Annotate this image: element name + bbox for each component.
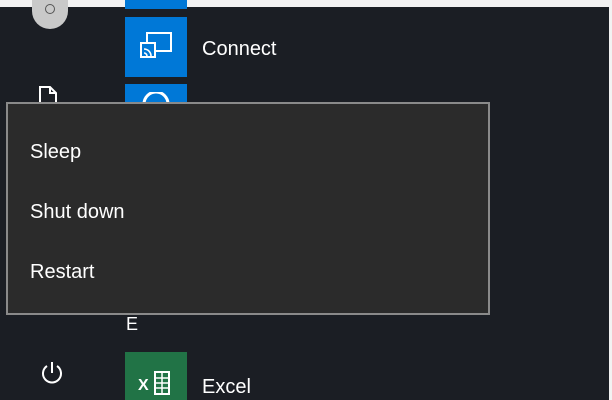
menu-item-shut-down[interactable]: Shut down [8,182,488,242]
excel-tile[interactable]: X [125,352,187,400]
cortana-tile[interactable] [125,84,187,104]
start-menu-screen: Connect E X Excel Sleep Shut down Restar… [0,0,612,400]
user-avatar-icon[interactable] [32,0,68,29]
connect-tile[interactable] [125,17,187,77]
app-tile-above[interactable] [125,0,187,9]
menu-item-sleep[interactable]: Sleep [8,122,488,182]
excel-icon: X [138,371,170,395]
app-label-excel[interactable]: Excel [202,376,251,398]
power-icon[interactable] [38,359,66,387]
app-label-connect[interactable]: Connect [202,38,277,60]
group-letter-header[interactable]: E [126,314,138,334]
connect-icon [140,32,172,58]
window-top-edge [0,0,612,7]
menu-item-restart[interactable]: Restart [8,242,488,302]
power-options-menu: Sleep Shut down Restart [6,102,490,315]
excel-tile-letter: X [138,377,149,394]
